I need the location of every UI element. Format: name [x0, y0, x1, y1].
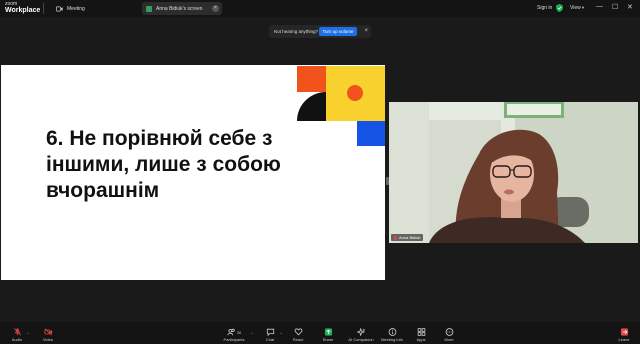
close-tab-icon[interactable]: × — [212, 5, 219, 12]
close-notice-icon[interactable]: × — [364, 28, 368, 34]
apps-grid-icon — [417, 328, 425, 336]
apps-label: Apps — [416, 337, 426, 342]
participants-options-chevron-icon[interactable]: ^ — [251, 331, 253, 336]
sign-in-link[interactable]: Sign in — [537, 5, 552, 11]
chat-options-chevron-icon[interactable]: ^ — [280, 331, 282, 336]
decor-black-quarter-circle — [297, 92, 326, 121]
leave-icon — [620, 328, 628, 336]
participant-name: Anna Bidiuk — [399, 235, 421, 240]
zoom-logo: zoom Workplace — [5, 1, 40, 15]
video-label: Video — [42, 337, 54, 342]
share-icon — [324, 328, 332, 336]
react-label: React — [292, 337, 304, 342]
close-window-icon[interactable]: ✕ — [627, 3, 633, 11]
leave-button[interactable]: Leave — [609, 328, 639, 342]
muted-mic-icon — [394, 235, 397, 240]
decor-blue-square — [357, 121, 385, 146]
share-button[interactable]: Share — [313, 328, 343, 342]
volume-notice: Not hearing anything? Turn up volume × — [269, 25, 371, 38]
participants-icon — [227, 328, 235, 336]
muted-mic-icon — [13, 328, 21, 336]
view-menu[interactable]: View — [570, 5, 581, 11]
tab-shared-screen[interactable]: Anna Bidiuk's screen × — [142, 2, 222, 15]
title-bar: zoom Workplace Meeting Anna Bidiuk's scr… — [0, 0, 640, 17]
leave-label: Leave — [618, 337, 630, 342]
react-button[interactable]: React — [283, 328, 313, 342]
volume-notice-text: Not hearing anything? — [274, 29, 319, 34]
ai-companion-button[interactable]: AI Companion — [346, 328, 376, 342]
shared-screen-slide: 6. Не порівнюй себе з іншими, лише з соб… — [1, 65, 385, 280]
meeting-info-button[interactable]: Meeting info — [377, 328, 407, 342]
chevron-down-icon[interactable]: ▼ — [581, 5, 585, 10]
sparkle-icon — [356, 328, 365, 336]
heart-icon — [294, 328, 302, 336]
share-label: Share — [322, 337, 334, 342]
camera-icon — [56, 6, 63, 11]
more-dots-icon — [445, 328, 453, 336]
decor-orange-square — [297, 66, 326, 92]
audio-label: Audio — [11, 337, 23, 342]
slide-title: 6. Не порівнюй себе з іншими, лише з соб… — [46, 127, 281, 202]
decor-orange-circle — [347, 85, 363, 101]
minimize-icon[interactable]: — — [596, 3, 603, 10]
tab-shared-screen-label: Anna Bidiuk's screen — [156, 5, 203, 12]
chat-icon — [266, 328, 274, 336]
participants-button[interactable]: 30 Participants — [219, 328, 249, 342]
video-off-icon — [44, 328, 52, 336]
more-label: More — [444, 337, 454, 342]
tab-meeting-label: Meeting — [67, 5, 85, 12]
logo-line2: Workplace — [5, 7, 41, 14]
info-icon — [388, 328, 396, 336]
turn-up-volume-button[interactable]: Turn up volume — [319, 27, 357, 36]
participants-label: Participants — [223, 337, 245, 342]
tab-meeting[interactable]: Meeting — [50, 2, 91, 15]
participant-count: 30 — [236, 329, 242, 335]
share-screen-icon — [146, 5, 152, 12]
apps-button[interactable]: Apps — [406, 328, 436, 342]
ai-companion-label: AI Companion — [348, 337, 374, 342]
participant-video[interactable]: Anna Bidiuk — [389, 102, 638, 243]
participant-video-image — [389, 102, 638, 243]
shield-icon[interactable] — [556, 4, 563, 12]
maximize-icon[interactable]: ☐ — [612, 3, 618, 11]
zoom-window: zoom Workplace Meeting Anna Bidiuk's scr… — [0, 0, 640, 344]
divider — [43, 3, 44, 14]
participant-name-tag: Anna Bidiuk — [391, 234, 424, 241]
audio-options-chevron-icon[interactable]: ^ — [27, 331, 29, 336]
chat-label: Chat — [265, 337, 275, 342]
meeting-info-label: Meeting info — [381, 337, 403, 342]
video-button[interactable]: Video — [33, 328, 63, 342]
more-button[interactable]: More — [434, 328, 464, 342]
